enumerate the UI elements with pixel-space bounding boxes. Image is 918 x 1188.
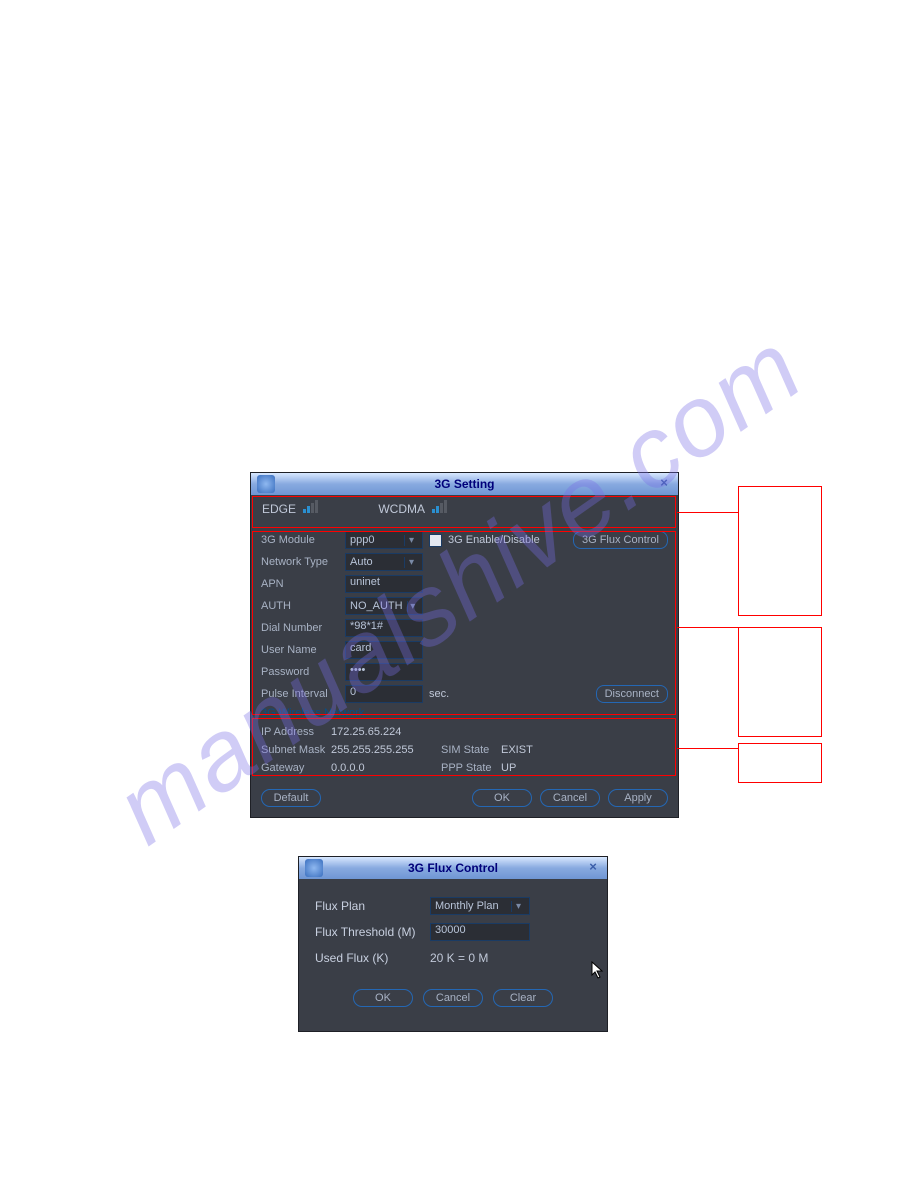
ok-button[interactable]: OK [472, 789, 532, 807]
window-title: 3G Setting [275, 477, 654, 491]
window-3g-flux-control: 3G Flux Control × Flux Plan Monthly Plan… [298, 856, 608, 1032]
ok-button[interactable]: OK [353, 989, 413, 1007]
close-icon[interactable]: × [583, 860, 603, 876]
annotation-line [677, 627, 738, 628]
titlebar: 3G Flux Control × [299, 857, 607, 879]
clear-button[interactable]: Clear [493, 989, 553, 1007]
flux-plan-label: Flux Plan [315, 899, 420, 913]
annotation-line [677, 748, 738, 749]
default-button[interactable]: Default [261, 789, 321, 807]
footer-bar: OK Cancel Clear [315, 971, 591, 1019]
flux-plan-select[interactable]: Monthly Plan ▾ [430, 897, 530, 915]
titlebar: 3G Setting × [251, 473, 678, 495]
annotation-callout-bot [738, 743, 822, 783]
chevron-down-icon: ▾ [511, 901, 525, 912]
system-icon [305, 859, 323, 877]
annotation-callout-top [738, 486, 822, 616]
used-flux-value: 20 K = 0 M [430, 951, 488, 965]
annotation-box-signal [252, 496, 676, 528]
flux-body: Flux Plan Monthly Plan ▾ Flux Threshold … [299, 879, 607, 1031]
flux-threshold-label: Flux Threshold (M) [315, 925, 420, 939]
apply-button[interactable]: Apply [608, 789, 668, 807]
annotation-callout-mid [738, 627, 822, 737]
cancel-button[interactable]: Cancel [540, 789, 600, 807]
close-icon[interactable]: × [654, 476, 674, 492]
window-title: 3G Flux Control [323, 861, 583, 875]
annotation-line [677, 512, 738, 513]
flux-threshold-input[interactable]: 30000 [430, 923, 530, 941]
cancel-button[interactable]: Cancel [423, 989, 483, 1007]
used-flux-label: Used Flux (K) [315, 951, 420, 965]
system-icon [257, 475, 275, 493]
annotation-box-status [252, 718, 676, 776]
annotation-box-form [252, 531, 676, 715]
footer-bar: Default OK Cancel Apply [251, 783, 678, 817]
